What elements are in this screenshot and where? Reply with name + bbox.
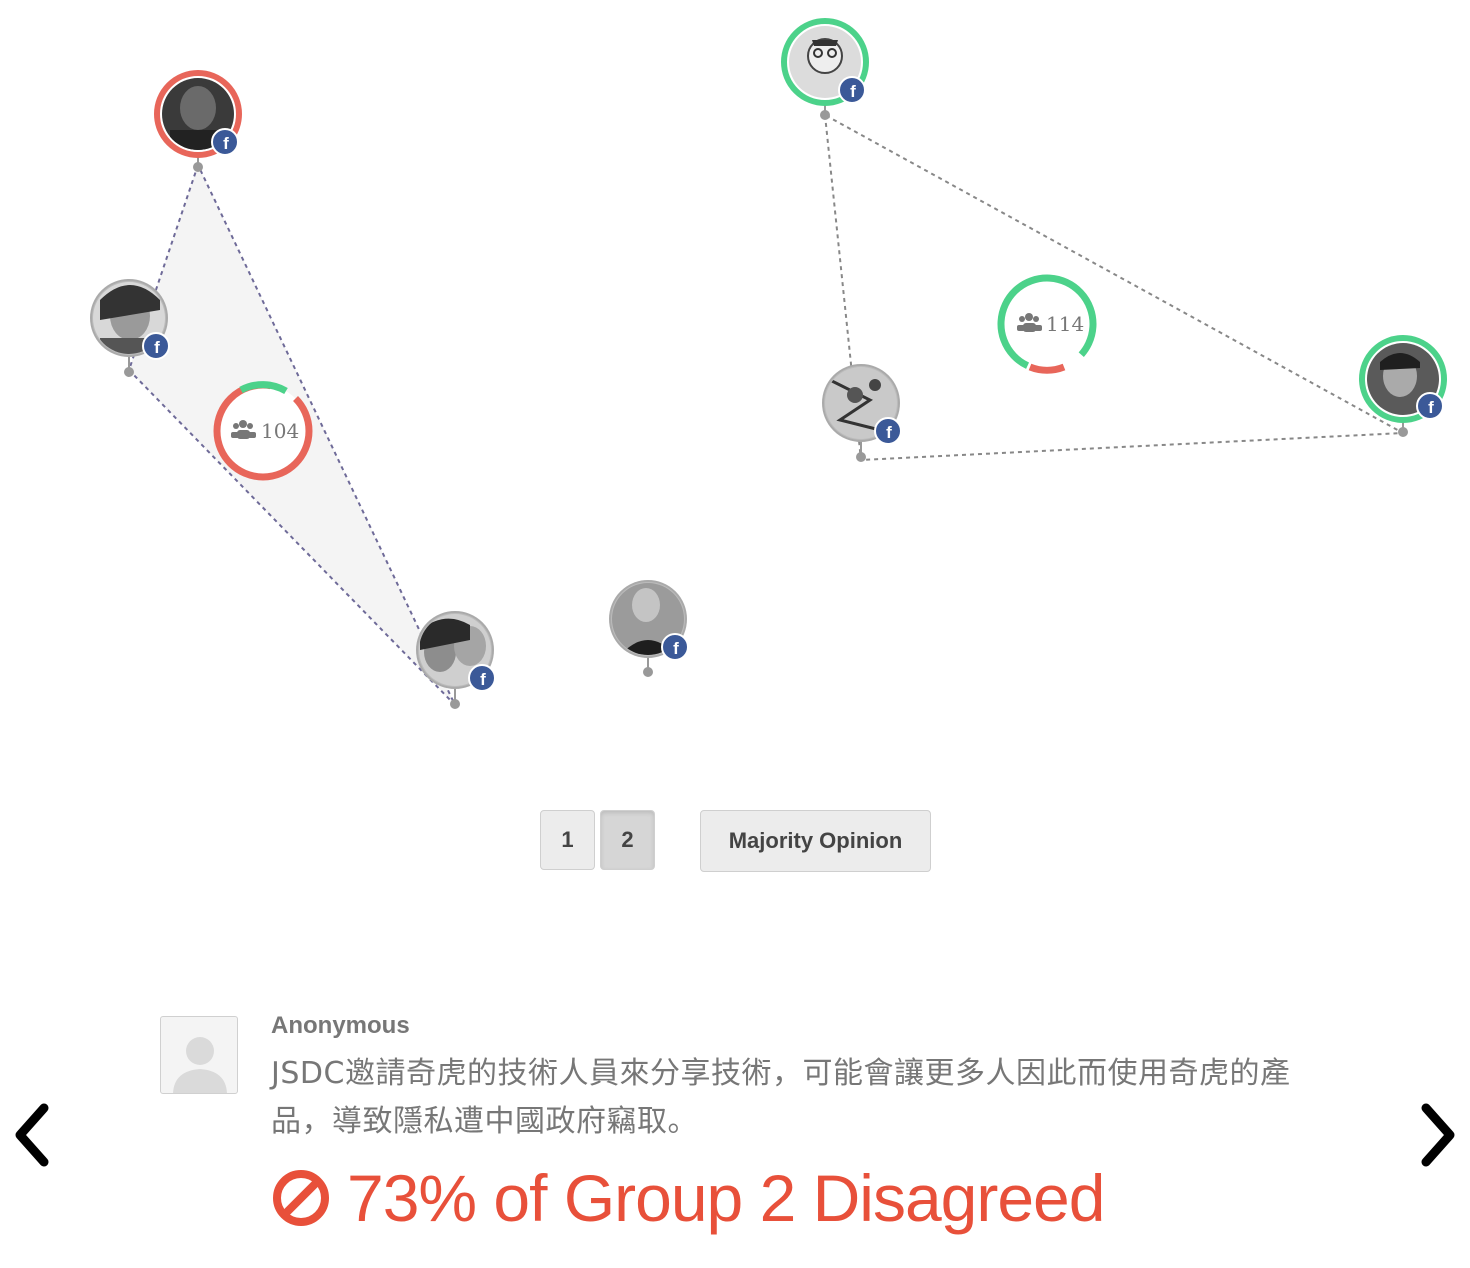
page-1-button[interactable]: 1 bbox=[540, 810, 595, 870]
svg-text:f: f bbox=[886, 423, 892, 442]
opinion-map: f f f f f f f 104 114 bbox=[90, 18, 1447, 709]
disagree-ban-icon bbox=[273, 1170, 329, 1226]
svg-text:f: f bbox=[1428, 398, 1434, 417]
svg-text:f: f bbox=[850, 82, 856, 101]
page-2-button[interactable]: 2 bbox=[600, 810, 655, 870]
comment-text: JSDC邀請奇虎的技術人員來分享技術，可能會讓更多人因此而使用奇虎的產品，導致隱… bbox=[271, 1056, 1291, 1139]
group-2-hull bbox=[823, 113, 1407, 462]
majority-opinion-button[interactable]: Majority Opinion bbox=[700, 810, 931, 872]
group-2-count: 114 bbox=[1046, 312, 1084, 336]
comment-author: Anonymous bbox=[271, 1012, 410, 1039]
svg-text:f: f bbox=[154, 338, 160, 357]
svg-text:f: f bbox=[480, 670, 486, 689]
svg-text:f: f bbox=[673, 639, 679, 658]
svg-text:f: f bbox=[223, 134, 229, 153]
group-1-count: 104 bbox=[261, 419, 299, 443]
group-2-summary[interactable]: 114 bbox=[986, 263, 1108, 385]
group-verdict: 73% of Group 2 Disagreed bbox=[271, 1160, 1105, 1236]
group-pager: 1 2 bbox=[540, 810, 660, 870]
anonymous-avatar bbox=[160, 1016, 238, 1094]
chevron-right-icon[interactable] bbox=[1418, 1100, 1458, 1170]
chevron-left-icon[interactable] bbox=[12, 1100, 52, 1170]
verdict-text: 73% of Group 2 Disagreed bbox=[347, 1161, 1105, 1235]
